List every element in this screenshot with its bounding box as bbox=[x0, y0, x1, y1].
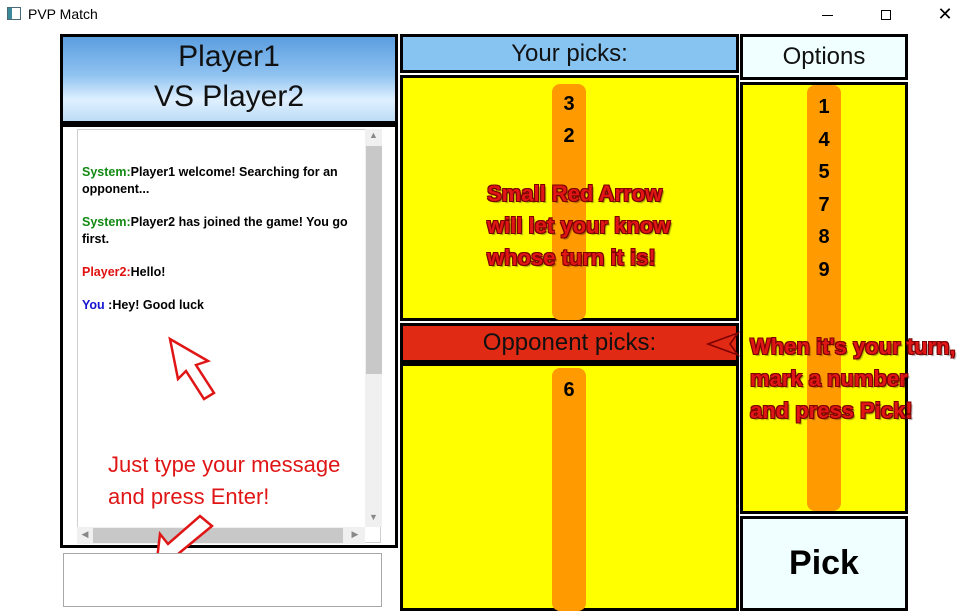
close-icon: ✕ bbox=[937, 4, 953, 25]
versus-player-two: VS Player2 bbox=[153, 80, 305, 113]
vertical-scroll-thumb[interactable] bbox=[366, 146, 382, 374]
turn-hint-line: Small Red Arrow bbox=[487, 181, 663, 206]
option-item[interactable]: 5 bbox=[807, 156, 841, 189]
pick-hint-annotation: When it's your turn, mark a number and p… bbox=[750, 331, 972, 427]
pick-hint-line: mark a number bbox=[750, 366, 908, 391]
turn-hint-line: whose turn it is! bbox=[487, 245, 656, 270]
opponent-picks-header: Opponent picks: bbox=[400, 323, 739, 363]
up-arrow-annotation-icon bbox=[168, 336, 216, 401]
opponent-picks-values: 6 bbox=[552, 374, 586, 406]
scroll-up-icon[interactable]: ▲ bbox=[366, 130, 381, 144]
minimize-icon bbox=[821, 14, 833, 16]
option-item[interactable]: 8 bbox=[807, 221, 841, 254]
turn-indicator-arrow-icon bbox=[706, 331, 740, 357]
horizontal-scroll-thumb[interactable] bbox=[93, 528, 343, 543]
chat-messages: System:Player1 welcome! Searching for an… bbox=[82, 164, 362, 330]
chat-message: System:Player1 welcome! Searching for an… bbox=[82, 164, 362, 198]
message-sender: Player2: bbox=[82, 265, 131, 279]
message-text: Hello! bbox=[130, 265, 166, 279]
your-picks-header: Your picks: bbox=[400, 34, 739, 73]
option-item[interactable]: 4 bbox=[807, 124, 841, 157]
scroll-right-icon[interactable]: ▶ bbox=[348, 529, 362, 543]
player-one-name: Player1 bbox=[178, 40, 280, 73]
scroll-left-icon[interactable]: ◀ bbox=[78, 529, 92, 543]
your-pick-item: 2 bbox=[563, 125, 575, 147]
minimize-button[interactable] bbox=[804, 0, 850, 30]
chat-message: Player2:Hello! bbox=[82, 264, 362, 281]
pick-button[interactable]: Pick bbox=[740, 516, 908, 611]
option-item[interactable]: 9 bbox=[807, 254, 841, 287]
message-sender: System: bbox=[82, 165, 131, 179]
opponent-pick-item: 6 bbox=[563, 379, 575, 401]
chat-message: You :Hey! Good luck bbox=[82, 297, 362, 314]
option-item[interactable]: 7 bbox=[807, 189, 841, 222]
maximize-icon bbox=[881, 10, 891, 20]
message-sender: You bbox=[82, 298, 109, 312]
option-item[interactable]: 1 bbox=[807, 91, 841, 124]
app-icon bbox=[7, 7, 21, 20]
chat-hint-annotation: Just type your message and press Enter! bbox=[108, 449, 378, 513]
maximize-button[interactable] bbox=[863, 0, 909, 30]
close-button[interactable]: ✕ bbox=[922, 0, 968, 30]
pick-hint-line: When it's your turn, bbox=[750, 334, 956, 359]
options-values[interactable]: 1 4 5 7 8 9 bbox=[807, 91, 841, 287]
message-sender: System: bbox=[82, 215, 131, 229]
pick-hint-line: and press Pick! bbox=[750, 398, 913, 423]
turn-hint-line: will let your know bbox=[487, 213, 671, 238]
your-pick-item: 3 bbox=[563, 93, 575, 115]
turn-hint-annotation: Small Red Arrow will let your know whose… bbox=[487, 178, 727, 274]
window-title: PVP Match bbox=[28, 6, 98, 22]
message-text: :Hey! Good luck bbox=[108, 298, 204, 312]
chat-hint-line: Just type your message bbox=[108, 452, 341, 477]
scroll-down-icon[interactable]: ▼ bbox=[366, 512, 381, 526]
chat-message: System:Player2 has joined the game! You … bbox=[82, 214, 362, 248]
your-picks-values: 3 2 bbox=[552, 88, 586, 152]
chat-hint-line: and press Enter! bbox=[108, 484, 270, 509]
players-header: Player1 VS Player2 bbox=[60, 34, 398, 124]
chat-message-input[interactable] bbox=[63, 553, 382, 607]
options-header: Options bbox=[740, 34, 908, 80]
